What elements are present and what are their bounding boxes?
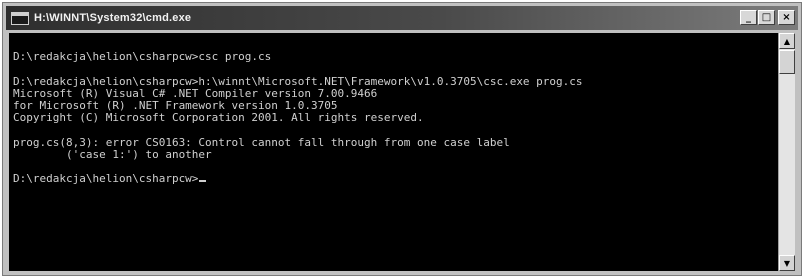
console-window: H:\WINNT\System32\cmd.exe _ □ × D:\redak… [2, 2, 802, 276]
console-prompt-line[interactable]: D:\redakcja\helion\csharpcw> [13, 172, 780, 186]
scroll-down-button[interactable]: ▼ [779, 255, 795, 271]
console-window-icon[interactable] [11, 11, 29, 25]
window-controls: _ □ × [740, 10, 795, 25]
maximize-button[interactable]: □ [758, 10, 775, 25]
console-output[interactable]: D:\redakcja\helion\csharpcw>csc prog.cs … [9, 33, 780, 271]
window-title: H:\WINNT\System32\cmd.exe [34, 12, 192, 24]
title-bar[interactable]: H:\WINNT\System32\cmd.exe _ □ × [6, 6, 798, 30]
console-prompt: D:\redakcja\helion\csharpcw> [13, 172, 199, 186]
vertical-scrollbar[interactable]: ▲ ▼ [778, 33, 795, 271]
text-cursor [199, 180, 207, 183]
scrollbar-thumb[interactable] [779, 50, 795, 74]
close-button[interactable]: × [778, 10, 795, 25]
console-line: D:\redakcja\helion\csharpcw>csc prog.cs [13, 50, 272, 64]
scroll-up-button[interactable]: ▲ [779, 33, 795, 49]
console-line: ('case 1:') to another [13, 147, 212, 161]
console-line: D:\redakcja\helion\csharpcw>h:\winnt\Mic… [13, 74, 583, 88]
console-line: Copyright (C) Microsoft Corporation 2001… [13, 111, 424, 125]
console-line: prog.cs(8,3): error CS0163: Control cann… [13, 135, 510, 149]
minimize-button[interactable]: _ [740, 10, 757, 25]
